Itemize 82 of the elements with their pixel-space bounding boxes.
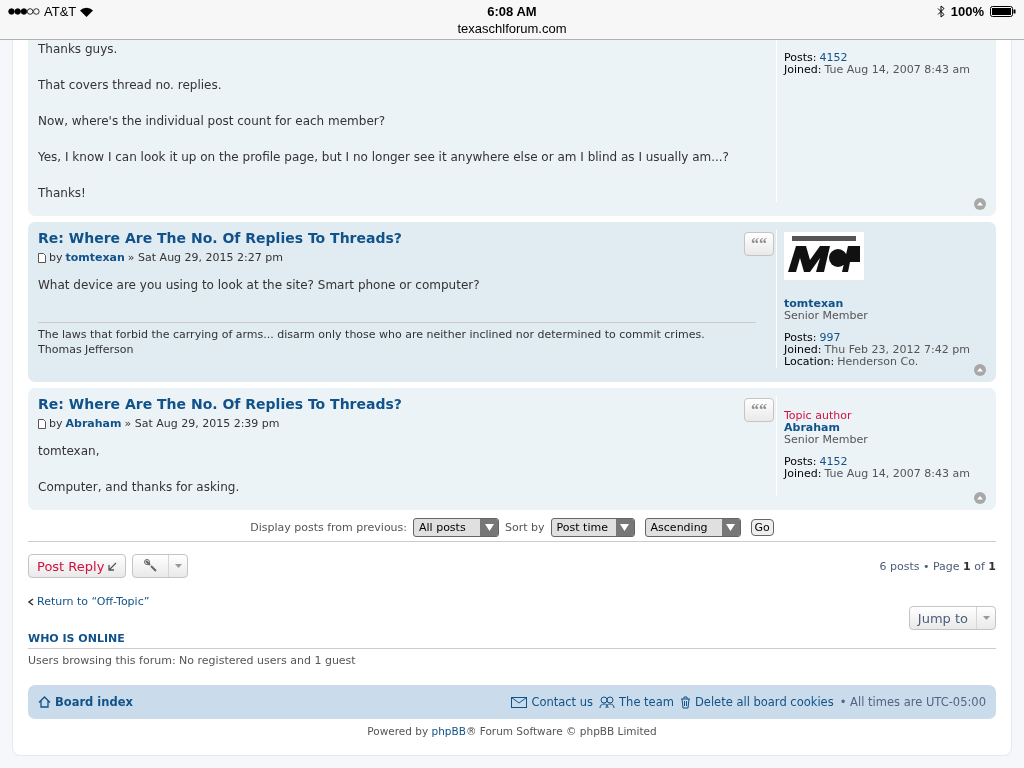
signal-icon [8,8,40,15]
post-paragraph: Thanks guys. [38,41,119,58]
battery-percent: 100% [950,4,984,19]
back-to-top-icon[interactable] [974,492,986,504]
post-paragraph: That covers thread no. replies. [38,77,223,94]
post-paragraph: Thanks! [38,185,87,202]
user-rank: Senior Member [784,434,869,446]
credit-text: Powered by phpBB® Forum Software © phpBB Limited [366,725,658,737]
envelope-icon [511,696,528,708]
sort-field-select[interactable]: Post time [550,518,635,537]
joined-date: Thu Feb 23, 2012 7:42 pm [824,344,970,356]
people-icon [599,695,616,709]
username-link[interactable]: Abraham [784,422,986,434]
user-rank: Senior Member [784,310,869,322]
topic-author-label: Topic author [784,410,853,422]
jump-to-button[interactable]: Jump to [908,606,996,630]
username-link[interactable]: tomtexan [784,298,986,310]
dropdown-arrow-icon [726,524,736,531]
author-link[interactable]: Abraham [65,417,122,430]
signature-line: Thomas Jefferson [38,342,135,357]
by-label: by [49,417,63,430]
online-users-text: Users browsing this forum: No registered users and 1 guest [28,654,357,667]
back-to-top-icon[interactable] [974,364,986,376]
battery-icon [990,6,1016,17]
wrench-icon [143,559,158,573]
period-select[interactable]: All posts [413,518,499,537]
post-paragraph: Yes, I know I can look it up on the profile page, but I no longer see it anywhere else or am I blind as I usually am...? [38,149,730,166]
joined-label: Joined: [784,64,822,76]
joined-label: Joined: [784,468,822,480]
reply-arrow-icon [108,561,118,571]
post-count-link[interactable]: 4152 [819,456,848,468]
trash-icon [679,695,691,709]
back-chevron-icon [28,597,34,606]
signature-line: The laws that forbid the carrying of arms... disarm only those who are neither inclined nor determined to commit crimes. [38,327,706,342]
bluetooth-icon [936,5,945,18]
caret-icon [982,616,990,620]
phpbb-link[interactable]: phpBB [431,725,466,737]
joined-label: Joined: [784,344,822,356]
post-date: » Sat Aug 29, 2015 2:39 pm [124,417,280,430]
post-paragraph: What device are you using to look at the site? Smart phone or computer? [38,277,481,294]
post-title-link[interactable]: Re: Where Are The No. Of Replies To Threads? [38,396,402,412]
post-reply-button[interactable]: Post Reply [28,554,127,578]
tools-button[interactable] [132,554,189,578]
pagination-text: 6 posts • Page 1 of 1 [879,559,996,573]
wifi-icon [80,6,94,17]
posts-label: Posts: [784,52,817,64]
footer-link[interactable]: Contact us [511,695,594,709]
posts-label: Posts: [784,456,817,468]
joined-date: Tue Aug 14, 2007 8:43 am [824,468,970,480]
footer-link[interactable]: The team [599,695,674,709]
location-value: Henderson Co. [837,356,919,368]
clock-time: 6:08 AM [487,4,537,19]
display-posts-label: Display posts from previous: [250,521,407,534]
post-paragraph: Computer, and thanks for asking. [38,479,241,496]
carrier-name: AT&T [44,4,77,19]
dropdown-arrow-icon [484,524,494,531]
post-icon [38,252,46,263]
address-bar-url[interactable]: texaschlforum.com [457,21,567,36]
sort-order-select[interactable]: Ascending [644,518,741,537]
post-count-link[interactable]: 4152 [819,52,848,64]
who-is-online-heading: WHO IS ONLINE [28,632,996,649]
footer-link[interactable]: Delete all board cookies [679,695,834,709]
go-button[interactable]: Go [750,519,774,536]
post-title-link[interactable]: Re: Where Are The No. Of Replies To Threads? [38,230,402,246]
posts-label: Posts: [784,332,817,344]
board-index-link[interactable]: Board index [38,695,133,709]
post-paragraph: tomtexan, [38,443,101,460]
back-to-top-icon[interactable] [974,198,986,210]
post-icon [38,418,46,429]
joined-date: Tue Aug 14, 2007 8:43 am [824,64,970,76]
location-label: Location: [784,356,835,368]
post-paragraph: Now, where's the individual post count for each member? [38,113,387,130]
home-icon [38,696,51,708]
dropdown-arrow-icon [620,524,630,531]
caret-icon [174,564,182,568]
return-link[interactable]: Return to “Off-Topic” [37,595,150,608]
timezone-text: • All times are UTC-05:00 [839,695,986,709]
post-date: » Sat Aug 29, 2015 2:27 pm [127,251,283,264]
sort-by-label: Sort by [505,521,545,534]
author-link[interactable]: tomtexan [65,251,125,264]
by-label: by [49,251,63,264]
post-count-link[interactable]: 997 [819,332,841,344]
